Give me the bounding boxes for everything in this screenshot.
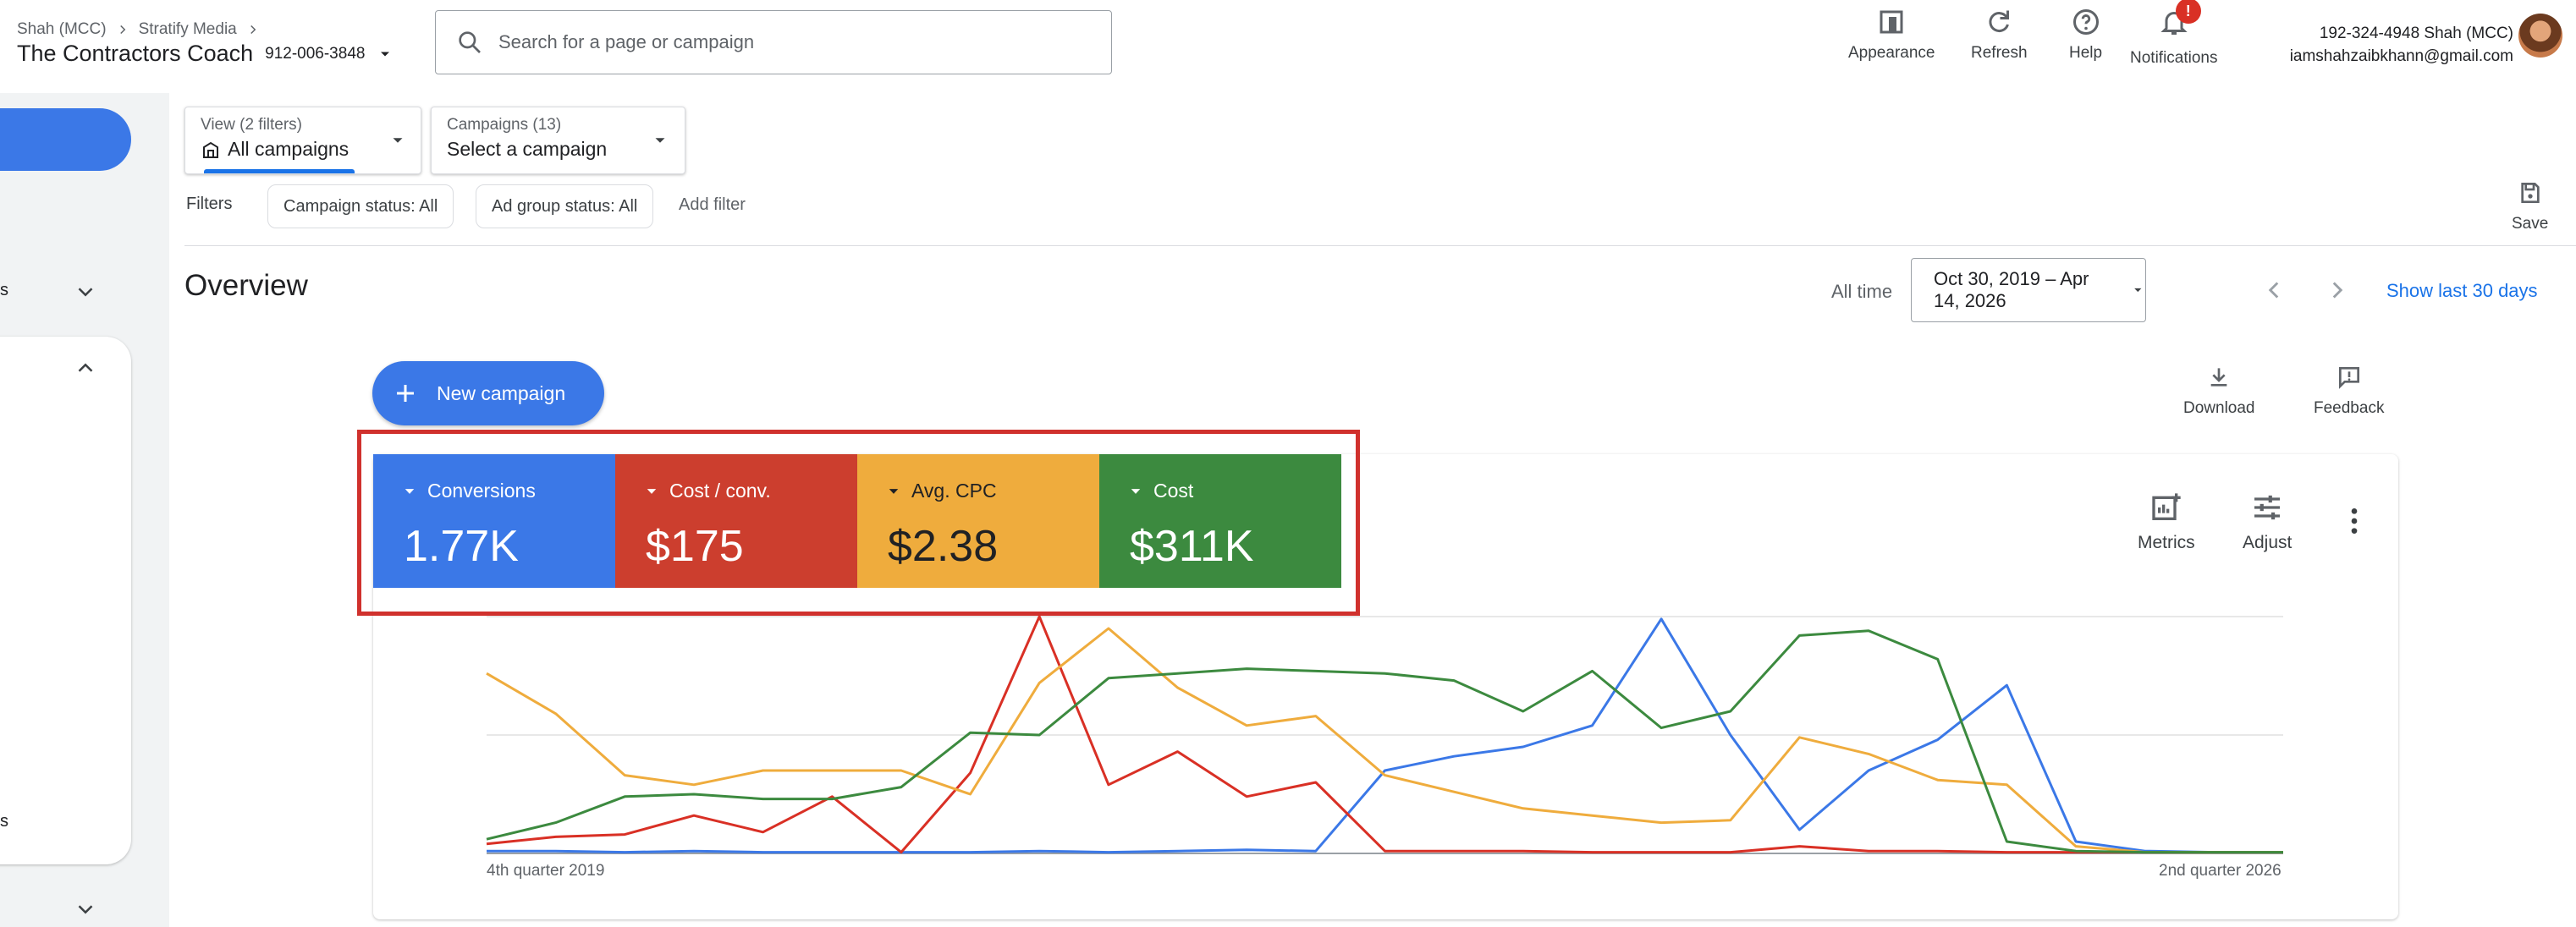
campaigns-dropdown-value: Select a campaign	[447, 138, 608, 160]
search-icon	[459, 31, 481, 53]
campaigns-dropdown[interactable]: Campaigns (13) Select a campaign	[431, 107, 685, 174]
search-input[interactable]: Search for a page or campaign	[435, 10, 1112, 74]
sliders-icon	[2254, 495, 2281, 520]
new-campaign-button[interactable]: New campaign	[372, 361, 604, 425]
add-filter-link[interactable]: Add filter	[679, 195, 746, 215]
highlight-box	[357, 430, 1360, 616]
date-range-picker[interactable]: Oct 30, 2019 – Apr 14, 2026	[1911, 258, 2146, 322]
notifications-label: Notifications	[2130, 49, 2218, 67]
appearance-label: Appearance	[1848, 44, 1935, 62]
metrics-label: Metrics	[2138, 533, 2195, 552]
filters-label: Filters	[186, 195, 233, 213]
download-label: Download	[2183, 399, 2255, 417]
plus-icon	[397, 385, 414, 402]
chart-grid	[487, 616, 2283, 854]
series-line-avg-cpc	[486, 627, 2283, 854]
notification-badge: !	[2175, 0, 2201, 24]
download-button[interactable]: Download	[2183, 364, 2255, 418]
refresh-icon	[1989, 10, 2010, 33]
breadcrumb-item-stratify[interactable]: Stratify Media	[139, 20, 237, 39]
view-filter-dropdown[interactable]: View (2 filters) All campaigns	[184, 107, 421, 174]
caret-down-icon	[393, 138, 403, 143]
breadcrumb-item-mcc[interactable]: Shah (MCC)	[17, 20, 107, 39]
feedback-icon	[2338, 367, 2359, 389]
breadcrumb: Shah (MCC) Stratify Media	[17, 20, 261, 39]
search-placeholder: Search for a page or campaign	[498, 31, 755, 52]
save-icon	[2520, 183, 2540, 203]
nav-item-fragment[interactable]: s	[0, 812, 8, 831]
refresh-label: Refresh	[1971, 44, 2028, 62]
metrics-icon	[2152, 493, 2181, 520]
help-icon	[2072, 9, 2099, 35]
user-info[interactable]: 192-324-4948 Shah (MCC) iamshahzaibkhann…	[2290, 22, 2513, 68]
chevron-left-icon[interactable]	[2260, 276, 2288, 304]
adjust-button[interactable]: Adjust	[2243, 491, 2292, 553]
save-label: Save	[2512, 215, 2549, 233]
x-axis-start-label: 4th quarter 2019	[487, 862, 605, 880]
appearance-icon	[1880, 10, 1903, 34]
account-selector[interactable]: The Contractors Coach 912-006-3848	[17, 41, 394, 67]
date-range-value: Oct 30, 2019 – Apr 14, 2026	[1934, 268, 2089, 311]
view-filter-value: All campaigns	[228, 138, 350, 160]
chevron-up-icon[interactable]	[73, 355, 98, 381]
feedback-label: Feedback	[2314, 399, 2385, 417]
chevron-right-icon[interactable]	[2323, 276, 2352, 304]
view-filter-active-indicator	[204, 169, 355, 173]
date-prefix: All time	[1831, 281, 1893, 302]
avatar[interactable]	[2518, 14, 2562, 58]
create-button[interactable]	[0, 108, 131, 171]
chevron-right-icon	[119, 25, 125, 35]
refresh-button[interactable]: Refresh	[1971, 7, 2028, 63]
metrics-button[interactable]: Metrics	[2138, 491, 2195, 553]
adjust-label: Adjust	[2243, 533, 2293, 552]
ad-group-status-chip[interactable]: Ad group status: All	[476, 184, 654, 228]
more-vert-icon[interactable]	[2337, 504, 2371, 538]
chevron-down-icon[interactable]	[73, 279, 98, 304]
divider	[184, 245, 2576, 246]
help-button[interactable]: Help	[2069, 7, 2102, 63]
campaigns-dropdown-label: Campaigns (13)	[447, 116, 562, 134]
caret-down-icon	[381, 52, 390, 56]
caret-down-icon	[2134, 288, 2142, 293]
new-campaign-label: New campaign	[437, 381, 566, 404]
campaign-status-chip[interactable]: Campaign status: All	[267, 184, 454, 228]
chevron-down-icon[interactable]	[73, 897, 98, 922]
nav-item-fragment[interactable]: s	[0, 281, 8, 300]
download-icon	[2210, 368, 2227, 387]
help-label: Help	[2069, 44, 2103, 62]
account-name: The Contractors Coach	[17, 41, 254, 66]
feedback-button[interactable]: Feedback	[2314, 364, 2384, 418]
page-title: Overview	[184, 269, 308, 302]
nav-section-card	[0, 337, 131, 864]
user-email: iamshahzaibkhann@gmail.com	[2289, 47, 2513, 65]
series-line-cost	[486, 629, 2283, 854]
user-account-line: 192-324-4948 Shah (MCC)	[2319, 25, 2513, 42]
chevron-right-icon	[250, 25, 256, 35]
notifications-button[interactable]: ! Notifications	[2130, 0, 2218, 68]
save-button[interactable]: Save	[2512, 179, 2548, 233]
x-axis-end-label: 2nd quarter 2026	[2159, 862, 2282, 880]
building-icon	[203, 141, 218, 158]
show-last-30-days-link[interactable]: Show last 30 days	[2386, 280, 2538, 302]
performance-chart	[486, 615, 2283, 854]
caret-down-icon	[655, 138, 665, 143]
appearance-button[interactable]: Appearance	[1848, 7, 1935, 63]
account-id: 912-006-3848	[265, 44, 366, 63]
view-filter-label: View (2 filters)	[201, 116, 303, 134]
